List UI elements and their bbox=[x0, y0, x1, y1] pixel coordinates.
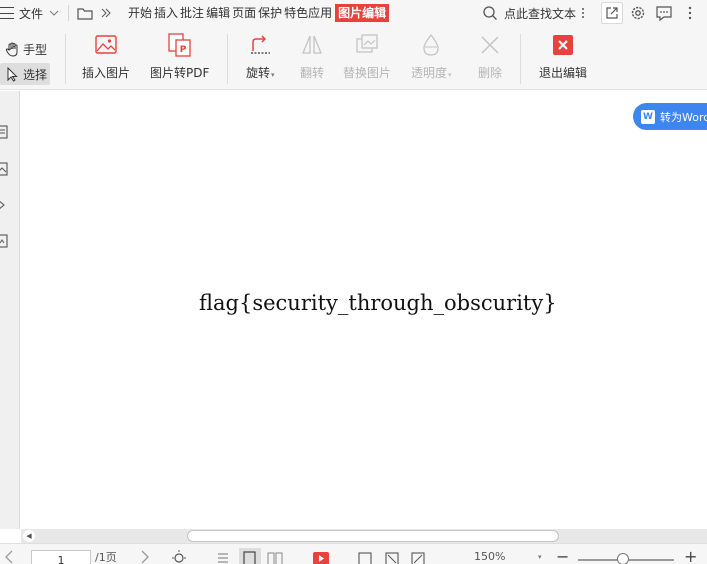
divider bbox=[227, 34, 228, 84]
zoom-out-icon[interactable]: − bbox=[556, 547, 569, 564]
chevron-down-icon bbox=[49, 10, 59, 16]
hand-icon bbox=[4, 41, 20, 57]
outline-icon[interactable] bbox=[0, 125, 10, 139]
search-label: 点此查找文本 bbox=[503, 6, 576, 21]
svg-text:P: P bbox=[179, 45, 186, 55]
document-text: flag{security_through_obscurity} bbox=[199, 291, 557, 315]
bookmark-icon[interactable] bbox=[0, 198, 10, 212]
page-number-input[interactable]: 1 bbox=[31, 550, 91, 564]
tab-edit[interactable]: 编辑 bbox=[205, 4, 231, 22]
zoom-value[interactable]: 150% bbox=[474, 548, 505, 564]
drop-icon bbox=[418, 32, 444, 58]
play-icon[interactable] bbox=[312, 548, 330, 564]
share-icon bbox=[606, 7, 618, 19]
select-tool-button[interactable]: 选择 bbox=[0, 63, 50, 85]
delete-x-icon bbox=[477, 32, 503, 58]
continuous-view-icon[interactable] bbox=[239, 548, 261, 564]
file-menu[interactable]: 文件 bbox=[0, 0, 62, 26]
actual-size-icon[interactable] bbox=[410, 548, 426, 564]
open-folder-button[interactable] bbox=[75, 0, 95, 26]
menu-bar: 文件 开始 插入 批注 编辑 页面 保护 特色应用 图片编辑 点此查找文本 bbox=[0, 0, 707, 26]
delete-button[interactable]: 删除 bbox=[477, 32, 503, 81]
gear-icon bbox=[631, 6, 645, 20]
tab-comment[interactable]: 批注 bbox=[179, 4, 205, 22]
divider bbox=[65, 34, 66, 84]
word-icon: W bbox=[641, 109, 655, 124]
more-options-button[interactable] bbox=[679, 2, 701, 24]
zoom-in-icon[interactable]: + bbox=[684, 547, 697, 564]
image-edit-toolbar: 手型 选择 插入图片 P 图片转PDF 旋转▾ 翻转 替换图片 透明度▾ 删除 … bbox=[0, 26, 707, 90]
flip-button[interactable]: 翻转 bbox=[299, 32, 325, 81]
document-canvas[interactable]: flag{security_through_obscurity} W 转为Wor… bbox=[21, 91, 707, 529]
fit-width-icon[interactable] bbox=[357, 548, 373, 564]
rotate-icon bbox=[247, 32, 273, 58]
double-page-view-icon[interactable] bbox=[266, 548, 284, 564]
insert-image-button[interactable]: 插入图片 bbox=[82, 32, 130, 81]
page-total-label: /1页 bbox=[95, 550, 117, 564]
convert-to-word-button[interactable]: W 转为Word bbox=[633, 103, 707, 130]
share-button[interactable] bbox=[601, 2, 623, 24]
message-button[interactable] bbox=[653, 2, 675, 24]
prev-page-icon[interactable] bbox=[2, 548, 16, 564]
hand-tool-label: 手型 bbox=[23, 42, 48, 57]
transparency-label: 透明度▾ bbox=[411, 66, 452, 80]
attachment-icon[interactable] bbox=[0, 234, 10, 248]
exit-edit-button[interactable]: 退出编辑 bbox=[539, 32, 587, 81]
transparency-button[interactable]: 透明度▾ bbox=[411, 32, 452, 81]
more-vertical-icon bbox=[688, 6, 692, 20]
brightness-icon[interactable] bbox=[170, 548, 188, 564]
tab-image-edit[interactable]: 图片编辑 bbox=[335, 4, 390, 22]
message-icon bbox=[656, 5, 672, 21]
more-vertical-icon bbox=[582, 8, 584, 18]
select-tool-label: 选择 bbox=[23, 67, 48, 82]
replace-image-button[interactable]: 替换图片 bbox=[343, 32, 391, 81]
rotate-button[interactable]: 旋转▾ bbox=[246, 32, 275, 81]
search-icon bbox=[483, 6, 497, 20]
single-page-view-icon[interactable] bbox=[215, 548, 231, 564]
tab-insert[interactable]: 插入 bbox=[153, 4, 179, 22]
tab-page[interactable]: 页面 bbox=[231, 4, 257, 22]
left-side-panel bbox=[0, 91, 20, 529]
tab-protect[interactable]: 保护 bbox=[257, 4, 283, 22]
replace-image-icon bbox=[354, 32, 380, 58]
zoom-slider-handle[interactable] bbox=[617, 553, 630, 564]
image-icon bbox=[93, 32, 119, 58]
delete-label: 删除 bbox=[477, 66, 502, 80]
exit-icon bbox=[550, 32, 576, 58]
horizontal-scrollbar[interactable]: ◀ bbox=[21, 529, 707, 543]
rotate-label: 旋转▾ bbox=[246, 66, 275, 80]
status-bar: 1 /1页 150% ▾ − + bbox=[0, 543, 707, 564]
hand-tool-button[interactable]: 手型 bbox=[0, 38, 50, 60]
image-to-pdf-label: 图片转PDF bbox=[150, 66, 210, 80]
scrollbar-thumb[interactable] bbox=[187, 530, 559, 542]
next-page-icon[interactable] bbox=[138, 548, 152, 564]
search-text-button[interactable]: 点此查找文本 bbox=[479, 0, 589, 26]
cursor-icon bbox=[4, 66, 20, 82]
image-pdf-icon: P bbox=[167, 32, 193, 58]
settings-button[interactable] bbox=[627, 2, 649, 24]
flip-icon bbox=[299, 32, 325, 58]
exit-edit-label: 退出编辑 bbox=[539, 66, 588, 80]
menu-icon bbox=[0, 7, 14, 19]
expand-menu-button[interactable] bbox=[95, 0, 117, 26]
zoom-dropdown-icon[interactable]: ▾ bbox=[538, 548, 542, 564]
fit-page-icon[interactable] bbox=[384, 548, 400, 564]
replace-image-label: 替换图片 bbox=[343, 66, 392, 80]
divider bbox=[520, 34, 521, 84]
scroll-left-button[interactable]: ◀ bbox=[23, 530, 35, 542]
divider bbox=[68, 5, 70, 21]
tab-start[interactable]: 开始 bbox=[127, 4, 153, 22]
file-menu-label: 文件 bbox=[19, 6, 44, 21]
insert-image-label: 插入图片 bbox=[82, 66, 131, 80]
image-to-pdf-button[interactable]: P 图片转PDF bbox=[150, 32, 209, 81]
folder-icon bbox=[77, 7, 93, 20]
double-chevron-icon bbox=[101, 8, 111, 18]
thumbnail-icon[interactable] bbox=[0, 162, 10, 176]
flip-label: 翻转 bbox=[299, 66, 324, 80]
convert-to-word-label: 转为Word bbox=[660, 110, 707, 124]
tab-features[interactable]: 特色应用 bbox=[283, 4, 333, 22]
